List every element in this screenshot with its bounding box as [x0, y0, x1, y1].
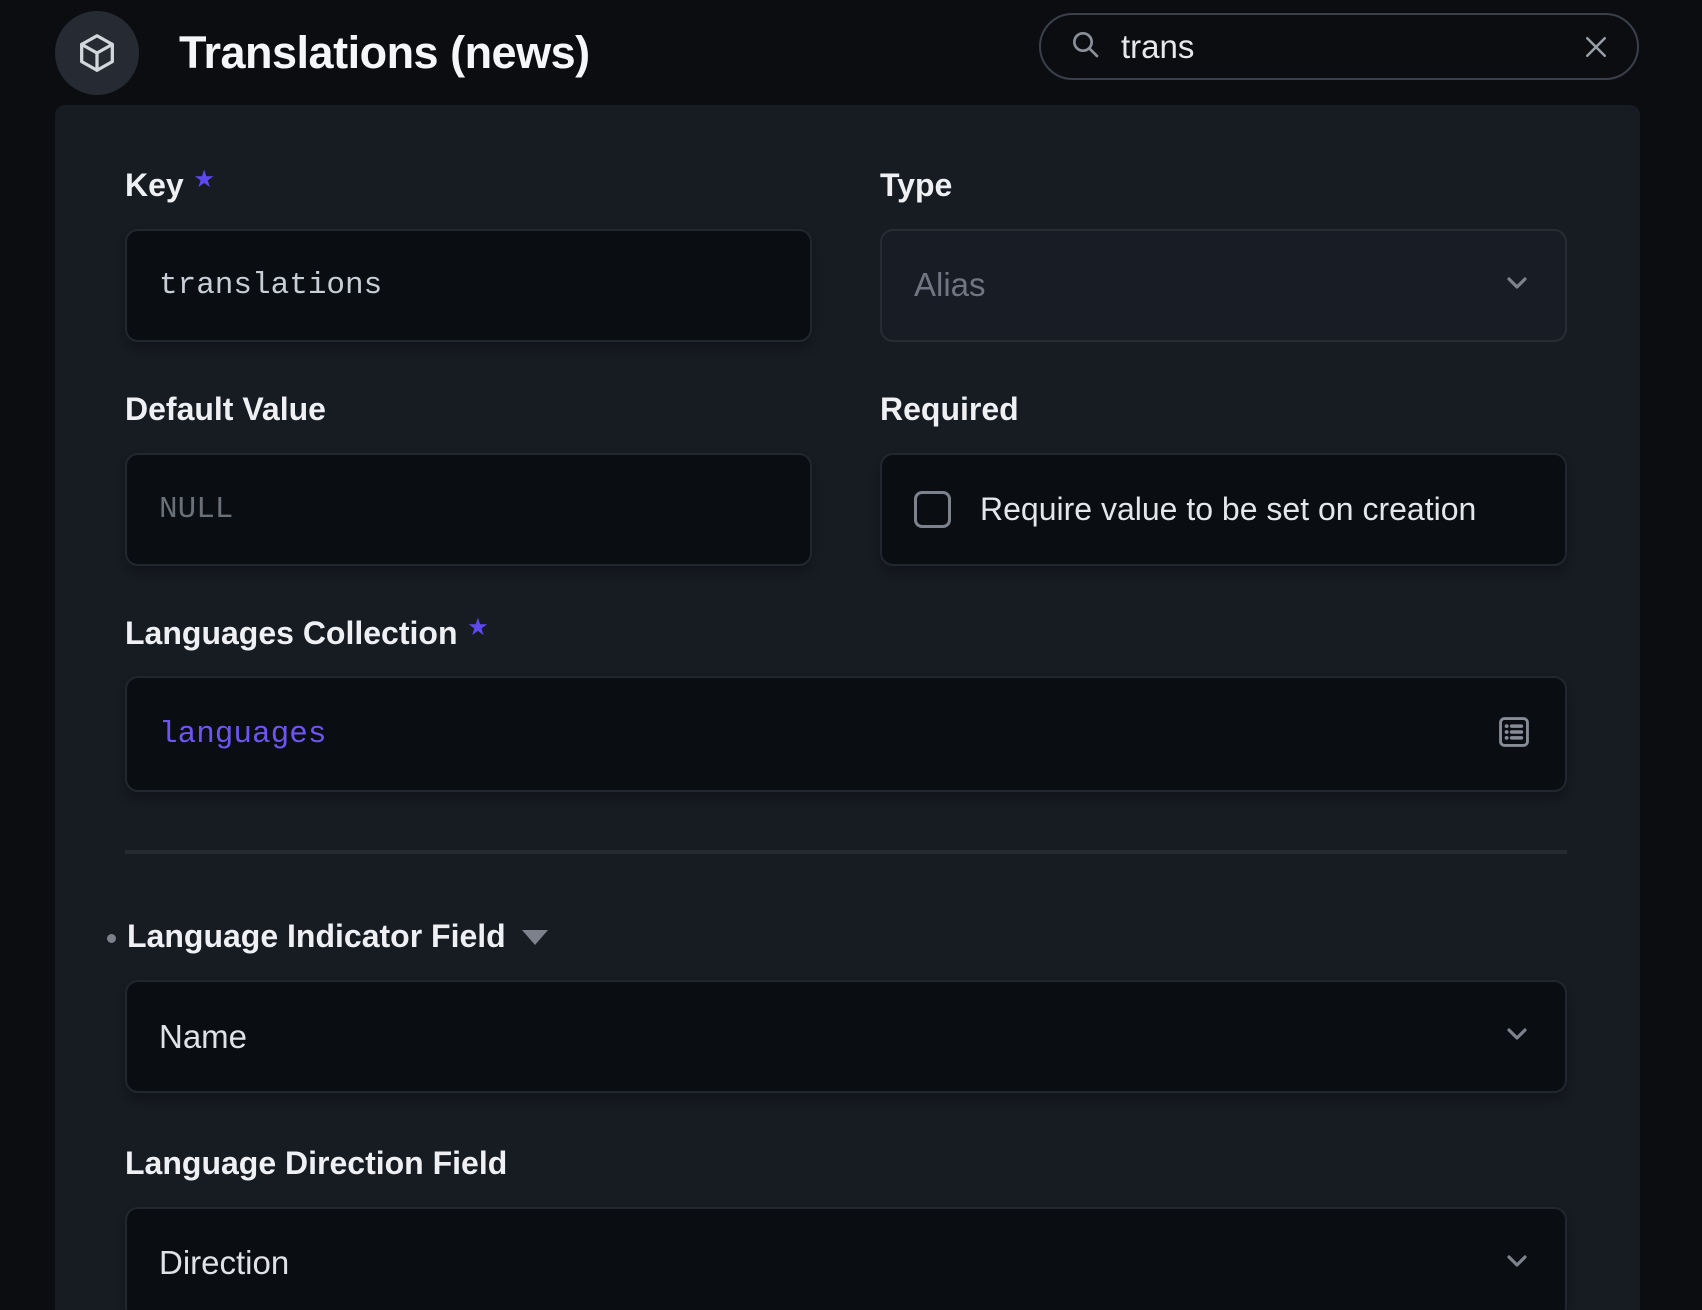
languages-collection-input[interactable]: languages	[125, 676, 1567, 792]
language-direction-field-group: Language Direction Field Direction	[125, 1145, 1567, 1310]
required-asterisk: ★	[195, 168, 214, 192]
type-label: Type	[880, 167, 1567, 204]
type-select-value: Alias	[914, 266, 1481, 304]
modified-dot	[107, 934, 116, 943]
required-checkbox-box[interactable]: Require value to be set on creation	[880, 453, 1567, 566]
language-indicator-field-group: Language Indicator Field Name	[125, 918, 1567, 1093]
language-direction-label-text: Language Direction Field	[125, 1145, 507, 1182]
type-field-group: Type Alias	[880, 167, 1567, 342]
type-select[interactable]: Alias	[880, 229, 1567, 342]
required-field-group: Required Require value to be set on crea…	[880, 391, 1567, 566]
key-field-group: Key ★	[125, 167, 812, 342]
default-value-label-text: Default Value	[125, 391, 326, 428]
required-checkbox[interactable]	[914, 491, 951, 528]
menu-caret-icon[interactable]	[522, 930, 548, 945]
key-input[interactable]	[159, 268, 778, 303]
language-direction-select[interactable]: Direction	[125, 1207, 1567, 1310]
collection-icon-chip	[55, 11, 139, 95]
chevron-down-icon	[1501, 267, 1533, 304]
cube-icon	[74, 30, 120, 76]
language-indicator-label[interactable]: Language Indicator Field	[127, 918, 1567, 955]
required-label: Required	[880, 391, 1567, 428]
language-indicator-label-text: Language Indicator Field	[127, 918, 506, 955]
language-indicator-value: Name	[159, 1018, 1481, 1056]
languages-collection-value: languages	[159, 717, 1475, 752]
chevron-down-icon	[1501, 1245, 1533, 1282]
search-input[interactable]	[1121, 28, 1581, 66]
required-checkbox-label: Require value to be set on creation	[980, 491, 1476, 528]
language-direction-label: Language Direction Field	[125, 1145, 1567, 1182]
key-input-box[interactable]	[125, 229, 812, 342]
section-divider	[125, 850, 1567, 854]
required-label-text: Required	[880, 391, 1019, 428]
chevron-down-icon	[1501, 1018, 1533, 1055]
languages-collection-field-group: Languages Collection ★ languages	[125, 615, 1567, 793]
language-indicator-select[interactable]: Name	[125, 980, 1567, 1093]
key-label-text: Key	[125, 167, 184, 204]
default-value-input-box[interactable]	[125, 453, 812, 566]
close-icon[interactable]	[1581, 32, 1611, 62]
search-icon	[1069, 28, 1101, 65]
required-asterisk: ★	[468, 616, 487, 640]
default-value-input[interactable]	[159, 492, 778, 527]
type-label-text: Type	[880, 167, 952, 204]
page-title: Translations (news)	[179, 27, 590, 79]
languages-collection-label-text: Languages Collection	[125, 615, 457, 652]
drawer-header: Translations (news)	[0, 0, 1702, 105]
key-label: Key ★	[125, 167, 812, 204]
default-value-field-group: Default Value	[125, 391, 812, 566]
languages-collection-label: Languages Collection ★	[125, 615, 1567, 652]
search-bar[interactable]	[1039, 13, 1639, 80]
default-value-label: Default Value	[125, 391, 812, 428]
language-direction-value: Direction	[159, 1244, 1481, 1282]
list-icon[interactable]	[1495, 713, 1533, 756]
field-settings-panel: Key ★ Type Alias De	[55, 105, 1640, 1310]
